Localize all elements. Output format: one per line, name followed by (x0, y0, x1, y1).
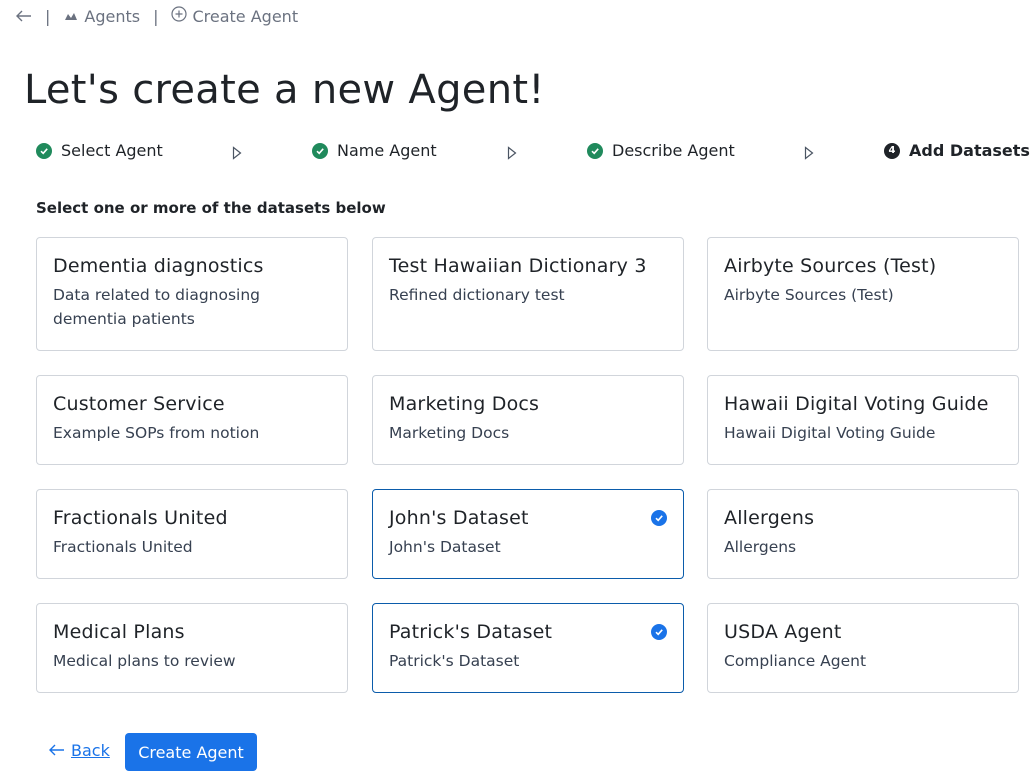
breadcrumb-separator: | (45, 6, 51, 26)
dataset-title: Fractionals United (53, 507, 228, 529)
check-circle-icon (312, 142, 328, 159)
check-circle-icon (651, 624, 667, 640)
step-label: Describe Agent (612, 141, 735, 160)
dataset-card[interactable]: Fractionals United Fractionals United (36, 489, 348, 579)
breadcrumb-create-agent[interactable]: Create Agent (171, 6, 298, 26)
chevron-right-icon (507, 145, 517, 164)
dataset-description: Hawaii Digital Voting Guide (724, 424, 936, 442)
stepper: Select Agent Name Agent Describe Agent 4… (36, 141, 1030, 164)
dataset-card[interactable]: Airbyte Sources (Test) Airbyte Sources (T… (707, 237, 1019, 351)
breadcrumb-separator: | (153, 6, 159, 26)
breadcrumb-agents-label: Agents (84, 6, 141, 26)
step-label: Name Agent (337, 141, 437, 160)
dataset-description: Patrick's Dataset (389, 652, 520, 670)
plus-circle-icon (171, 6, 188, 26)
dataset-card[interactable]: Patrick's Dataset Patrick's Dataset (372, 603, 684, 693)
step-add-datasets: 4 Add Datasets (884, 141, 1030, 160)
step-number-badge: 4 (884, 142, 900, 159)
back-link[interactable]: Back (49, 741, 110, 760)
dataset-description: Medical plans to review (53, 652, 236, 670)
arrow-left-icon[interactable] (16, 7, 32, 26)
dataset-title: USDA Agent (724, 621, 842, 643)
chevron-right-icon (232, 145, 242, 164)
back-link-label: Back (71, 741, 110, 760)
dataset-title: Allergens (724, 507, 815, 529)
chevron-right-icon (804, 145, 814, 164)
dataset-description: Airbyte Sources (Test) (724, 286, 894, 304)
dataset-card[interactable]: Allergens Allergens (707, 489, 1019, 579)
arrow-left-icon (49, 741, 65, 760)
dataset-card[interactable]: John's Dataset John's Dataset (372, 489, 684, 579)
step-name-agent: Name Agent (312, 141, 437, 160)
dataset-title: John's Dataset (389, 507, 529, 529)
breadcrumb: | Agents | Create Agent (16, 6, 298, 26)
breadcrumb-create-agent-label: Create Agent (192, 6, 299, 26)
dataset-description: Marketing Docs (389, 424, 510, 442)
dataset-title: Test Hawaiian Dictionary 3 (389, 255, 647, 277)
agent-icon (63, 7, 79, 26)
dataset-title: Marketing Docs (389, 393, 540, 415)
dataset-card[interactable]: Test Hawaiian Dictionary 3 Refined dictio… (372, 237, 684, 351)
dataset-description: Compliance Agent (724, 652, 867, 670)
dataset-title: Medical Plans (53, 621, 185, 643)
dataset-description: Allergens (724, 538, 797, 556)
dataset-description: John's Dataset (389, 538, 501, 556)
dataset-title: Hawaii Digital Voting Guide (724, 393, 989, 415)
dataset-description: Refined dictionary test (389, 286, 565, 304)
step-label: Add Datasets (909, 141, 1030, 160)
dataset-card[interactable]: Dementia diagnostics Data related to diag… (36, 237, 348, 351)
dataset-title: Dementia diagnostics (53, 255, 264, 277)
step-label: Select Agent (61, 141, 163, 160)
create-agent-button[interactable]: Create Agent (125, 733, 257, 771)
dataset-card[interactable]: Medical Plans Medical plans to review (36, 603, 348, 693)
dataset-title: Customer Service (53, 393, 225, 415)
dataset-description: Example SOPs from notion (53, 424, 260, 442)
dataset-description: Fractionals United (53, 538, 193, 556)
dataset-instructions: Select one or more of the datasets below (36, 199, 386, 217)
step-select-agent: Select Agent (36, 141, 163, 160)
check-circle-icon (651, 510, 667, 526)
dataset-description: Data related to diagnosing dementia pati… (53, 286, 261, 328)
step-describe-agent: Describe Agent (587, 141, 735, 160)
check-circle-icon (587, 142, 603, 159)
check-circle-icon (36, 142, 52, 159)
page-title: Let's create a new Agent! (24, 67, 545, 113)
dataset-card[interactable]: Marketing Docs Marketing Docs (372, 375, 684, 465)
dataset-card[interactable]: Hawaii Digital Voting Guide Hawaii Digita… (707, 375, 1019, 465)
dataset-title: Airbyte Sources (Test) (724, 255, 937, 277)
breadcrumb-agents[interactable]: Agents (63, 7, 140, 26)
dataset-title: Patrick's Dataset (389, 621, 553, 643)
dataset-card[interactable]: Customer Service Example SOPs from notion (36, 375, 348, 465)
dataset-card[interactable]: USDA Agent Compliance Agent (707, 603, 1019, 693)
